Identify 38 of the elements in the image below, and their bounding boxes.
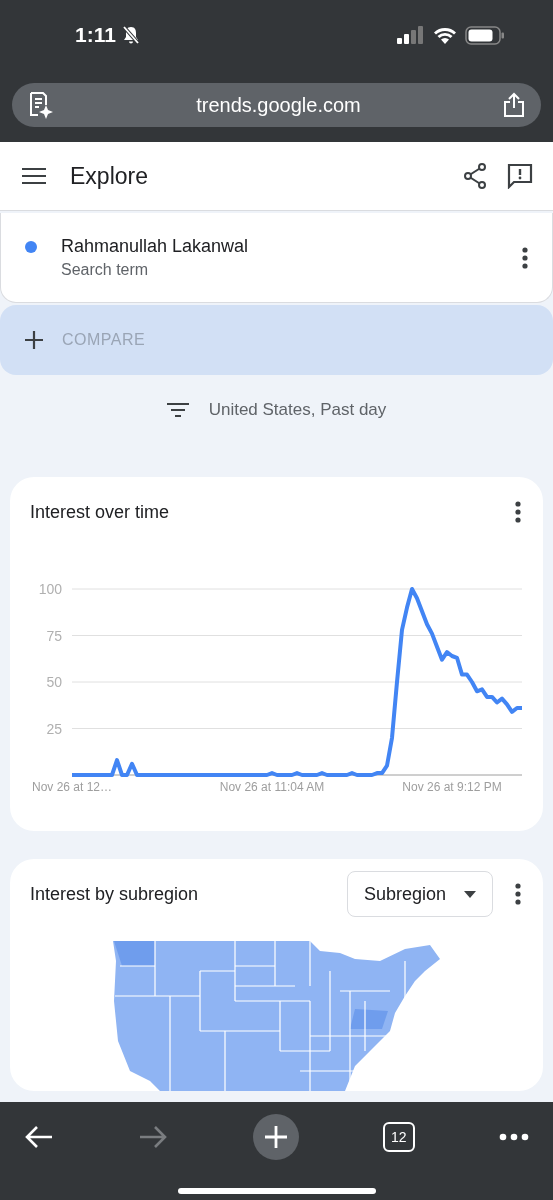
search-term-name: Rahmanullah Lakanwal — [61, 236, 249, 257]
menu-icon[interactable] — [22, 167, 46, 185]
filter-icon[interactable] — [166, 402, 189, 418]
search-term-card[interactable]: Rahmanullah Lakanwal Search term — [0, 213, 553, 303]
bell-slash-icon — [121, 25, 140, 45]
x-tick-label: Nov 26 at 9:12 PM — [402, 780, 502, 794]
more-icon[interactable] — [515, 883, 521, 905]
filter-summary[interactable]: United States, Past day — [208, 400, 387, 420]
y-tick-label: 100 — [38, 581, 62, 597]
clock-time: 1:11 — [75, 23, 116, 47]
new-tab-button[interactable] — [252, 1114, 299, 1160]
page-sparkle-icon[interactable] — [28, 91, 54, 119]
more-icon[interactable] — [515, 501, 521, 523]
battery-icon — [465, 25, 505, 45]
x-tick-label: Nov 26 at 12… — [32, 780, 112, 794]
caret-icon — [464, 890, 476, 898]
url-text: trends.google.com — [195, 93, 362, 117]
page-title: Explore — [70, 162, 148, 190]
more-icon[interactable] — [499, 1133, 529, 1141]
signal-icon — [397, 26, 425, 44]
y-tick-label: 25 — [46, 720, 62, 737]
plus-icon — [263, 1125, 288, 1149]
search-term-caption: Search term — [61, 261, 150, 279]
card-title: Interest by subregion — [30, 883, 199, 905]
wifi-icon — [433, 26, 457, 44]
back-icon[interactable] — [24, 1125, 54, 1149]
x-tick-label: Nov 26 at 11:04 AM — [219, 780, 325, 794]
feedback-icon[interactable] — [507, 163, 533, 189]
card-title: Interest over time — [30, 501, 170, 523]
address-bar[interactable]: trends.google.com — [12, 83, 541, 127]
share-icon[interactable] — [503, 92, 525, 118]
share-icon[interactable] — [463, 163, 487, 189]
y-tick-label: 50 — [46, 674, 62, 690]
y-tick-label: 75 — [46, 627, 62, 644]
tab-count-button[interactable]: 12 — [382, 1122, 415, 1152]
more-icon[interactable] — [522, 246, 528, 269]
plus-icon — [24, 330, 44, 350]
subregion-dropdown[interactable]: Subregion — [346, 871, 493, 917]
